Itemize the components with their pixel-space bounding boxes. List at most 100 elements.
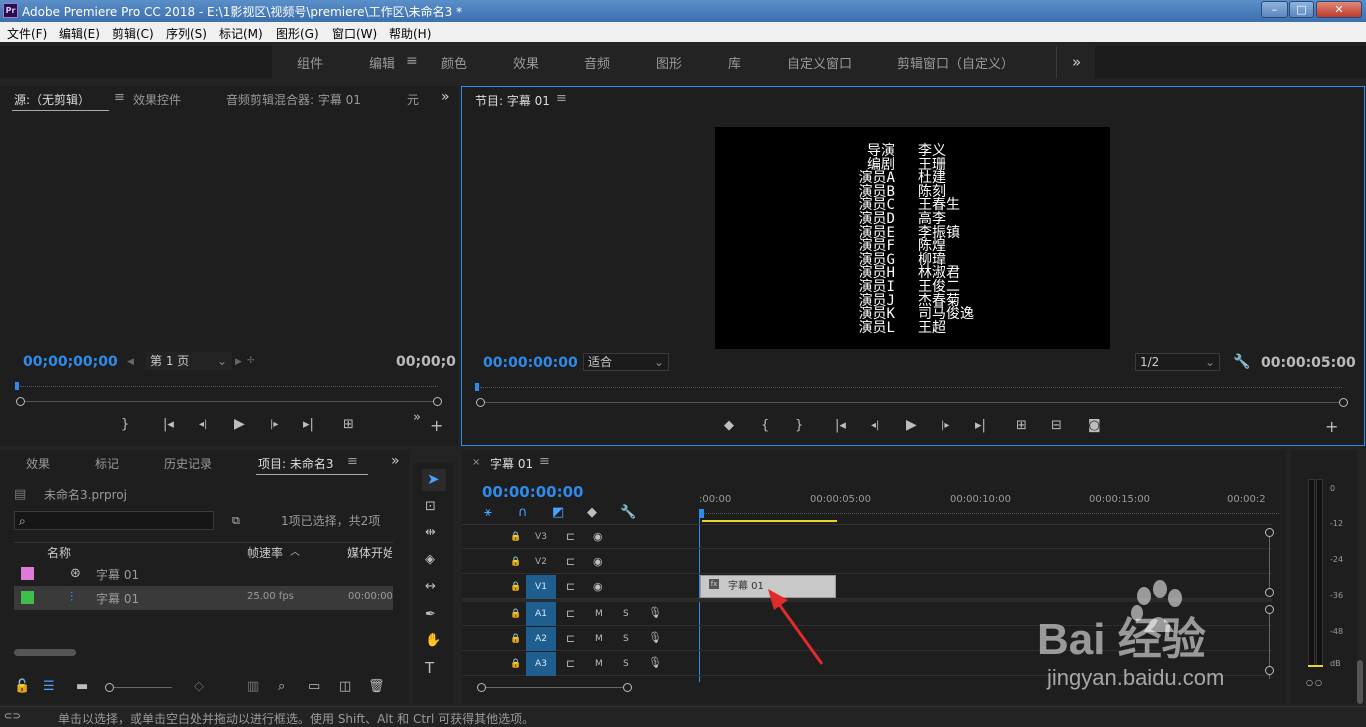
track-solo-icon[interactable]: S — [623, 632, 629, 646]
project-tab-menu-icon[interactable]: ≡ — [347, 454, 358, 469]
tab-metadata[interactable]: 元 — [407, 91, 419, 108]
track-mute-icon[interactable]: M — [595, 632, 603, 646]
sort-icons-icon[interactable]: ◇ — [194, 680, 204, 694]
nest-toggle-icon[interactable]: ⚹ — [484, 506, 492, 520]
menu-sequence[interactable]: 序列(S) — [166, 25, 207, 42]
source-insert-icon[interactable]: ⊞ — [343, 418, 354, 432]
track-lock-icon[interactable]: 🔒 — [510, 607, 521, 621]
ripple-edit-tool-icon[interactable]: ⇹ — [425, 526, 436, 540]
track-label[interactable]: V1 — [526, 575, 556, 599]
program-zoom-left-handle[interactable] — [476, 398, 485, 407]
workspace-graphics[interactable]: 图形 — [656, 53, 682, 72]
track-label[interactable]: V2 — [526, 550, 556, 574]
track-label[interactable]: A1 — [526, 602, 556, 626]
tab-effects[interactable]: 效果 — [26, 455, 50, 472]
column-name[interactable]: 名称 — [47, 544, 71, 561]
slip-tool-icon[interactable]: ↔ — [425, 580, 436, 594]
project-more-icon[interactable]: » — [391, 453, 400, 469]
track-lock-icon[interactable]: 🔒 — [510, 657, 521, 671]
timeline-scroll-right-handle[interactable] — [623, 683, 632, 692]
timeline-tab-menu-icon[interactable]: ≡ — [539, 454, 550, 469]
wrench-icon[interactable]: 🔧 — [1233, 355, 1250, 369]
add-marker-icon[interactable]: ◆ — [587, 506, 597, 520]
video-vertical-scrollbar[interactable] — [1269, 532, 1270, 592]
source-zoom-left-handle[interactable] — [16, 397, 25, 406]
program-monitor[interactable]: 导演 李义 编剧 王珊 演员A 杜建 演员B 陈刻 演员C 王春生 演员D 高李 演员E 李振镇 演员F 陈煌… — [715, 127, 1110, 349]
program-playhead[interactable] — [475, 383, 479, 391]
workspace-assembly[interactable]: 组件 — [297, 53, 323, 72]
lift-icon[interactable]: ⊞ — [1016, 419, 1027, 433]
track-visibility-eye-icon[interactable]: ◉ — [593, 555, 603, 569]
track-sync-lock-icon[interactable]: ⊏ — [566, 530, 575, 544]
menu-clip[interactable]: 剪辑(C) — [112, 25, 154, 42]
column-media-start[interactable]: 媒体开始 — [347, 544, 392, 561]
go-to-in-icon[interactable]: |◂ — [835, 419, 846, 433]
icon-view-icon[interactable]: ▬ — [76, 680, 88, 694]
zoom-slider-handle[interactable] — [105, 683, 114, 692]
menu-edit[interactable]: 编辑(E) — [59, 25, 100, 42]
track-sync-lock-icon[interactable]: ⊏ — [566, 632, 575, 646]
project-search-input[interactable]: ⌕ — [14, 511, 214, 530]
source-go-to-in-icon[interactable]: |◂ — [163, 418, 174, 432]
track-label[interactable]: A3 — [526, 652, 556, 676]
pen-tool-icon[interactable]: ✒ — [425, 608, 436, 622]
tab-markers[interactable]: 标记 — [95, 455, 119, 472]
hand-tool-icon[interactable]: ✋ — [425, 634, 441, 648]
track-label[interactable]: A2 — [526, 627, 556, 651]
go-to-out-icon[interactable]: ▸| — [975, 419, 986, 433]
timeline-scroll-left-handle[interactable] — [477, 683, 486, 692]
workspace-effects[interactable]: 效果 — [513, 53, 539, 72]
zoom-slider[interactable] — [110, 687, 172, 688]
track-row[interactable]: 🔒 V2 ⊏ ◉ — [462, 550, 1272, 574]
mark-in-icon[interactable]: { — [761, 419, 769, 433]
timeline-timecode[interactable]: 00:00:00:00 — [482, 483, 584, 501]
source-play-icon[interactable]: ▶ — [234, 417, 245, 431]
close-button[interactable]: ✕ — [1316, 1, 1362, 18]
track-lock-icon[interactable]: 🔒 — [510, 555, 521, 569]
track-sync-lock-icon[interactable]: ⊏ — [566, 607, 575, 621]
snap-magnet-icon[interactable]: ∩ — [518, 506, 528, 520]
extract-icon[interactable]: ⊟ — [1051, 419, 1062, 433]
tab-audio-clip-mixer[interactable]: 音频剪辑混合器: 字幕 01 — [226, 91, 361, 108]
close-tab-icon[interactable]: × — [472, 457, 480, 468]
timeline-ruler[interactable] — [699, 513, 1279, 519]
tab-project[interactable]: 项目: 未命名3 — [258, 455, 334, 472]
selection-tool-icon[interactable]: ➤ — [427, 472, 440, 487]
fit-select[interactable]: 适合 ⌄ — [583, 353, 669, 371]
track-lock-icon[interactable]: 🔒 — [510, 530, 521, 544]
find-icon[interactable]: ⌕ — [278, 680, 285, 694]
timeline-settings-wrench-icon[interactable]: 🔧 — [620, 506, 636, 520]
lock-icon[interactable]: 🔓 — [14, 680, 30, 694]
add-marker-icon[interactable]: ◆ — [724, 419, 734, 433]
razor-tool-icon[interactable]: ◈ — [425, 553, 435, 567]
next-page-icon[interactable]: ▶ — [235, 355, 242, 369]
track-voiceover-mic-icon[interactable]: 🎙 — [648, 606, 662, 620]
track-row[interactable]: 🔒 V3 ⊏ ◉ — [462, 525, 1272, 549]
source-zoom-bar[interactable] — [24, 401, 434, 402]
source-step-back-icon[interactable]: ◂| — [199, 418, 207, 432]
track-sync-lock-icon[interactable]: ⊏ — [566, 555, 575, 569]
video-scroll-bottom-handle[interactable] — [1265, 588, 1274, 597]
trash-icon[interactable]: 🗑 — [368, 680, 385, 694]
timeline-playhead-head[interactable] — [699, 509, 704, 518]
linked-selection-icon[interactable]: ◩ — [552, 506, 564, 520]
track-lock-icon[interactable]: 🔒 — [510, 632, 521, 646]
track-select-tool-icon[interactable]: ⊡ — [425, 500, 436, 514]
track-voiceover-mic-icon[interactable]: 🎙 — [648, 631, 662, 645]
solo-left-icon[interactable]: ○ — [1306, 676, 1313, 690]
track-mute-icon[interactable]: M — [595, 657, 603, 671]
item-name[interactable]: 字幕 01 — [96, 566, 139, 583]
source-extra-controls-icon[interactable]: » — [413, 411, 421, 425]
track-visibility-eye-icon[interactable]: ◉ — [593, 580, 603, 594]
project-row[interactable]: ⊛ 字幕 01 — [14, 562, 393, 586]
source-zoom-right-handle[interactable] — [433, 397, 442, 406]
track-solo-icon[interactable]: S — [623, 607, 629, 621]
menu-file[interactable]: 文件(F) — [7, 25, 47, 42]
list-view-icon[interactable]: ☰ — [43, 680, 55, 694]
menu-marker[interactable]: 标记(M) — [219, 25, 263, 42]
sort-ascending-icon[interactable]: ︿ — [290, 546, 300, 560]
new-item-icon[interactable]: ◫ — [339, 680, 351, 694]
track-lock-icon[interactable]: 🔒 — [510, 580, 521, 594]
track-solo-icon[interactable]: S — [623, 657, 629, 671]
track-sync-lock-icon[interactable]: ⊏ — [566, 657, 575, 671]
